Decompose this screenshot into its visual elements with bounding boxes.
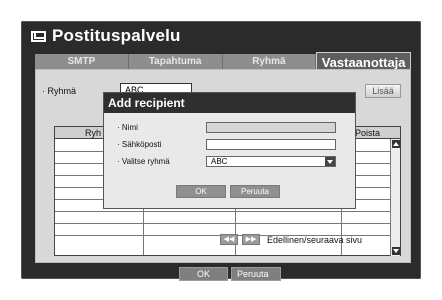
column-delete-header: Poista: [355, 128, 381, 138]
tab-smtp[interactable]: SMTP: [35, 54, 129, 69]
pagination-label: Edellinen/seuraava sivu: [267, 234, 363, 245]
add-recipient-dialog: Add recipient · Nimi · Sähköposti · Vali…: [103, 92, 356, 209]
email-label: · Sähköposti: [117, 140, 162, 149]
next-page-button[interactable]: ▶▶: [242, 234, 260, 245]
envelope-icon: [31, 30, 46, 42]
tab-group[interactable]: Ryhmä: [222, 54, 317, 69]
ok-button[interactable]: OK: [179, 267, 228, 281]
dialog-title: Add recipient: [104, 93, 355, 113]
group-select[interactable]: ABC: [206, 156, 336, 167]
tab-event[interactable]: Tapahtuma: [128, 54, 223, 69]
table-row: [55, 223, 400, 224]
column-group-header: Ryh: [85, 128, 102, 138]
arrow-down-icon: [393, 249, 399, 253]
previous-page-button[interactable]: ◀◀: [220, 234, 238, 245]
double-left-arrow-icon: ◀◀: [223, 236, 235, 243]
window-title: Postituspalvelu: [52, 26, 181, 45]
email-field[interactable]: [206, 139, 336, 150]
dialog-cancel-button[interactable]: Peruuta: [230, 185, 280, 198]
add-recipient-button[interactable]: Lisää: [365, 84, 401, 98]
tab-bar: SMTP Tapahtuma Ryhmä Vastaanottaja: [35, 52, 411, 71]
scroll-down-button[interactable]: [392, 247, 400, 255]
group-select-label: · Valitse ryhmä: [117, 157, 170, 166]
group-filter-label: · Ryhmä: [42, 86, 77, 96]
arrow-up-icon: [393, 142, 399, 146]
table-scrollbar[interactable]: [390, 139, 400, 256]
group-select-value: ABC: [211, 157, 228, 166]
name-label: · Nimi: [117, 123, 138, 132]
title-bar: Postituspalvelu: [31, 25, 181, 47]
table-row: [55, 211, 400, 212]
scroll-up-button[interactable]: [392, 140, 400, 148]
pagination: ◀◀ ▶▶ Edellinen/seuraava sivu: [220, 234, 362, 245]
dropdown-arrow-icon: [325, 157, 335, 166]
cancel-button[interactable]: Peruuta: [231, 267, 281, 281]
dialog-ok-button[interactable]: OK: [176, 185, 226, 198]
footer-actions: OK Peruuta: [179, 267, 281, 281]
double-right-arrow-icon: ▶▶: [245, 236, 257, 243]
name-field[interactable]: [206, 122, 336, 133]
